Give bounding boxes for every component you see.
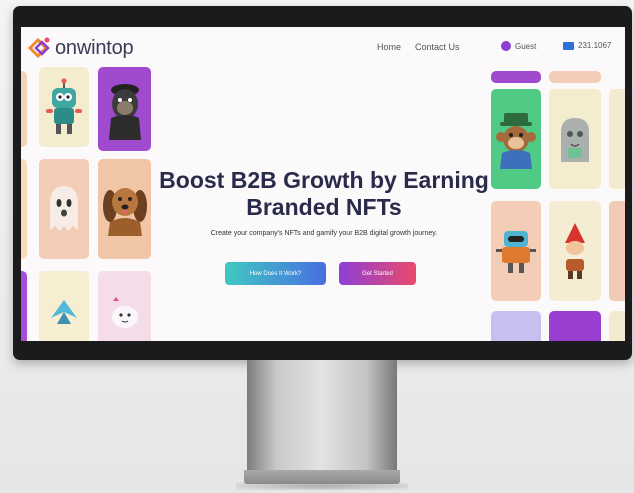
- robot-icon: [46, 78, 82, 134]
- dog-icon: [102, 188, 147, 236]
- navbar: onwintop Home Contact Us Guest 231.1067: [21, 27, 625, 71]
- card-bottom-right-3: [609, 311, 625, 341]
- ghost-icon: [50, 186, 78, 231]
- gnome-icon: [565, 223, 585, 279]
- tombstone-nft-card[interactable]: [549, 89, 601, 189]
- monkey-icon: [496, 113, 536, 169]
- card-bottom-right-1: [491, 311, 541, 341]
- wallet-balance[interactable]: 231.1067: [563, 41, 611, 50]
- bird-icon: [51, 300, 77, 324]
- nav-links: Home Contact Us: [377, 42, 460, 52]
- monkey-nft-card[interactable]: [491, 89, 541, 189]
- cloud-nft-card[interactable]: [98, 271, 151, 341]
- card-right-edge-2: [609, 201, 625, 301]
- user-menu[interactable]: Guest: [501, 41, 536, 51]
- dog-nft-card[interactable]: [98, 159, 151, 259]
- brand-name: onwintop: [55, 36, 134, 59]
- wallet-icon: [563, 41, 574, 50]
- card-bottom-right-2: [549, 311, 601, 341]
- ghost-nft-card[interactable]: [39, 159, 89, 259]
- product-mockup: onwintop Home Contact Us Guest 231.1067: [0, 0, 634, 493]
- card-top-right-1: [491, 71, 541, 83]
- monitor-screen: onwintop Home Contact Us Guest 231.1067: [21, 27, 625, 341]
- card-edge-left-bot: [21, 271, 27, 341]
- nav-home-link[interactable]: Home: [377, 42, 401, 52]
- gorilla-nft-card[interactable]: [98, 67, 151, 151]
- card-edge-left-top: [21, 71, 27, 147]
- how-it-works-button[interactable]: How Does It Work?: [225, 262, 326, 285]
- brand-logo[interactable]: onwintop: [27, 35, 134, 61]
- gorilla-icon: [108, 84, 141, 140]
- hero-subtitle: Create your company's NFTs and gamify yo…: [210, 230, 438, 237]
- user-label: Guest: [515, 41, 537, 51]
- monitor-stand: [247, 360, 397, 475]
- robot-nft-card[interactable]: [39, 67, 89, 147]
- hero-title: Boost B2B Growth by Earning Branded NFTs: [159, 167, 489, 220]
- wallet-label: 231.1067: [578, 41, 612, 50]
- get-started-button[interactable]: Get Started: [339, 262, 416, 285]
- gnome-nft-card[interactable]: [549, 201, 601, 301]
- card-right-edge-1: [609, 89, 625, 189]
- logo-diamond-icon: [27, 37, 50, 59]
- bird-nft-card[interactable]: [39, 271, 89, 341]
- card-top-right-2: [549, 71, 601, 83]
- card-edge-left-mid: [21, 159, 27, 259]
- robot-orange-nft-card[interactable]: [491, 201, 541, 301]
- monitor-stand-base: [244, 470, 400, 484]
- robot-icon: [496, 231, 536, 273]
- cloud-icon: [111, 297, 138, 328]
- user-icon: [501, 41, 511, 51]
- nav-contact-link[interactable]: Contact Us: [415, 42, 460, 52]
- tombstone-icon: [561, 118, 589, 162]
